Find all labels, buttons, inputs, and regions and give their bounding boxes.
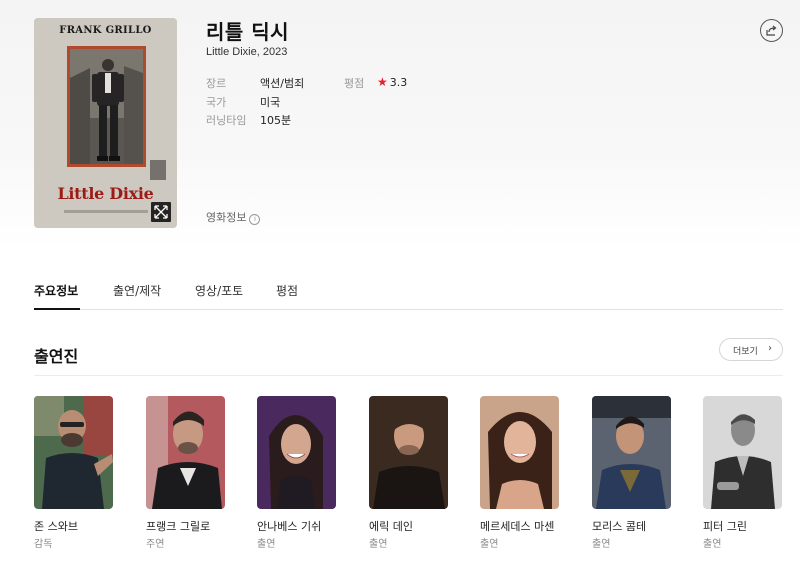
active-tab-indicator <box>34 308 80 310</box>
cast-photo <box>34 396 113 509</box>
cast-section-title: 출연진 <box>34 347 79 366</box>
runtime-label: 러닝타임 <box>206 114 247 127</box>
rating-label: 평점 <box>344 77 365 90</box>
cast-photo <box>480 396 559 509</box>
movie-title: 리틀 딕시 <box>206 20 290 44</box>
star-icon: ★ <box>377 75 388 89</box>
cast-member-name: 프랭크 그릴로 <box>146 520 211 533</box>
country-label: 국가 <box>206 96 227 109</box>
cast-member-name: 모리스 콤테 <box>592 520 647 533</box>
share-icon <box>766 25 777 36</box>
tab-reviews[interactable]: 평점 <box>276 282 298 299</box>
cast-member-name: 메르세데스 마센 <box>480 520 555 533</box>
cast-member-card[interactable]: 피터 그린 출연 <box>703 396 782 550</box>
movie-poster[interactable]: FRANK GRILLO Little Dixie <box>34 18 177 228</box>
cast-member-role: 감독 <box>34 539 53 550</box>
cast-photo <box>257 396 336 509</box>
cast-photo <box>592 396 671 509</box>
share-button[interactable] <box>760 19 783 42</box>
cast-member-role: 주연 <box>146 539 165 550</box>
cast-photo <box>146 396 225 509</box>
cast-member-card[interactable]: 프랭크 그릴로 주연 <box>146 396 225 550</box>
tab-cast-crew[interactable]: 출연/제작 <box>113 282 161 299</box>
movie-original-title-year: Little Dixie, 2023 <box>206 46 288 58</box>
rating: ★ 3.3 <box>377 75 407 89</box>
poster-title-text: Little Dixie <box>57 184 154 203</box>
info-icon: i <box>249 214 261 225</box>
expand-poster-button[interactable] <box>151 202 171 222</box>
cast-member-name: 피터 그린 <box>703 520 747 533</box>
cast-member-card[interactable]: 안나베스 기쉬 출연 <box>257 396 336 550</box>
more-button-label: 더보기 <box>733 347 758 357</box>
movie-info-link[interactable]: 영화정보 i <box>206 209 261 225</box>
cast-member-card[interactable]: 에릭 데인 출연 <box>369 396 448 550</box>
movie-info-label: 영화정보 <box>206 211 247 224</box>
cast-member-name: 에릭 데인 <box>369 520 413 533</box>
cast-photo <box>703 396 782 509</box>
tab-bar: 주요정보 출연/제작 영상/포토 평점 <box>34 280 783 310</box>
cast-member-card[interactable]: 모리스 콤테 출연 <box>592 396 671 550</box>
expand-icon <box>154 205 168 219</box>
genre-value: 액션/범죄 <box>260 77 305 90</box>
cast-member-name: 안나베스 기쉬 <box>257 520 322 533</box>
poster-actor-text: FRANK GRILLO <box>59 25 152 36</box>
cast-member-role: 출연 <box>703 539 722 550</box>
cast-member-role: 출연 <box>480 539 499 550</box>
cast-member-role: 출연 <box>257 539 276 550</box>
cast-member-role: 출연 <box>592 539 611 550</box>
cast-member-name: 존 스와브 <box>34 520 78 533</box>
section-divider <box>34 375 783 376</box>
country-value: 미국 <box>260 96 281 109</box>
cast-member-card[interactable]: 존 스와브 감독 <box>34 396 113 550</box>
rating-value: 3.3 <box>389 76 408 89</box>
cast-member-role: 출연 <box>369 539 388 550</box>
tab-main-info[interactable]: 주요정보 <box>34 282 78 299</box>
cast-more-button[interactable]: 더보기 › <box>719 338 783 361</box>
cast-photo <box>369 396 448 509</box>
cast-member-card[interactable]: 메르세데스 마센 출연 <box>480 396 559 550</box>
genre-label: 장르 <box>206 77 227 90</box>
runtime-value: 105분 <box>260 114 292 127</box>
chevron-right-icon: › <box>768 343 772 354</box>
tab-video-photo[interactable]: 영상/포토 <box>195 282 243 299</box>
